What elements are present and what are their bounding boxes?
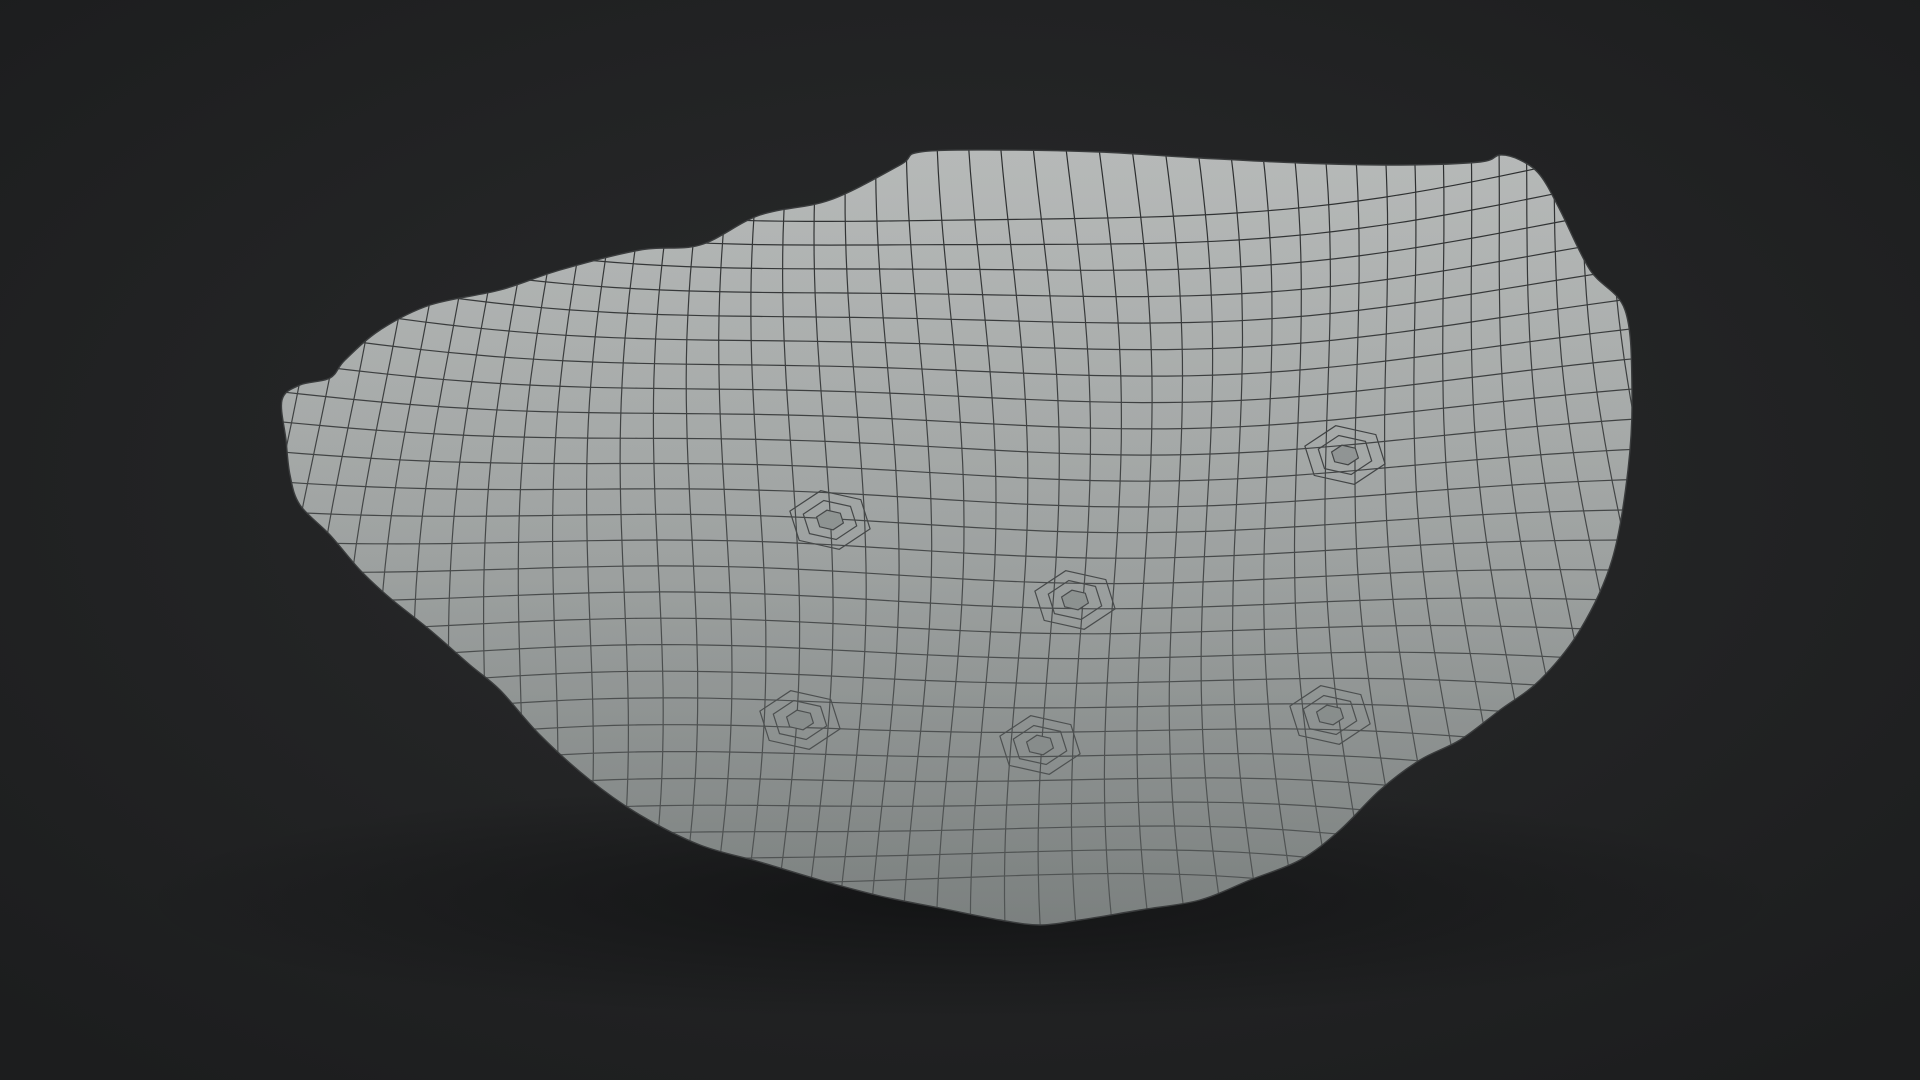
render-viewport — [0, 0, 1920, 1080]
rock-render — [0, 0, 1920, 1080]
